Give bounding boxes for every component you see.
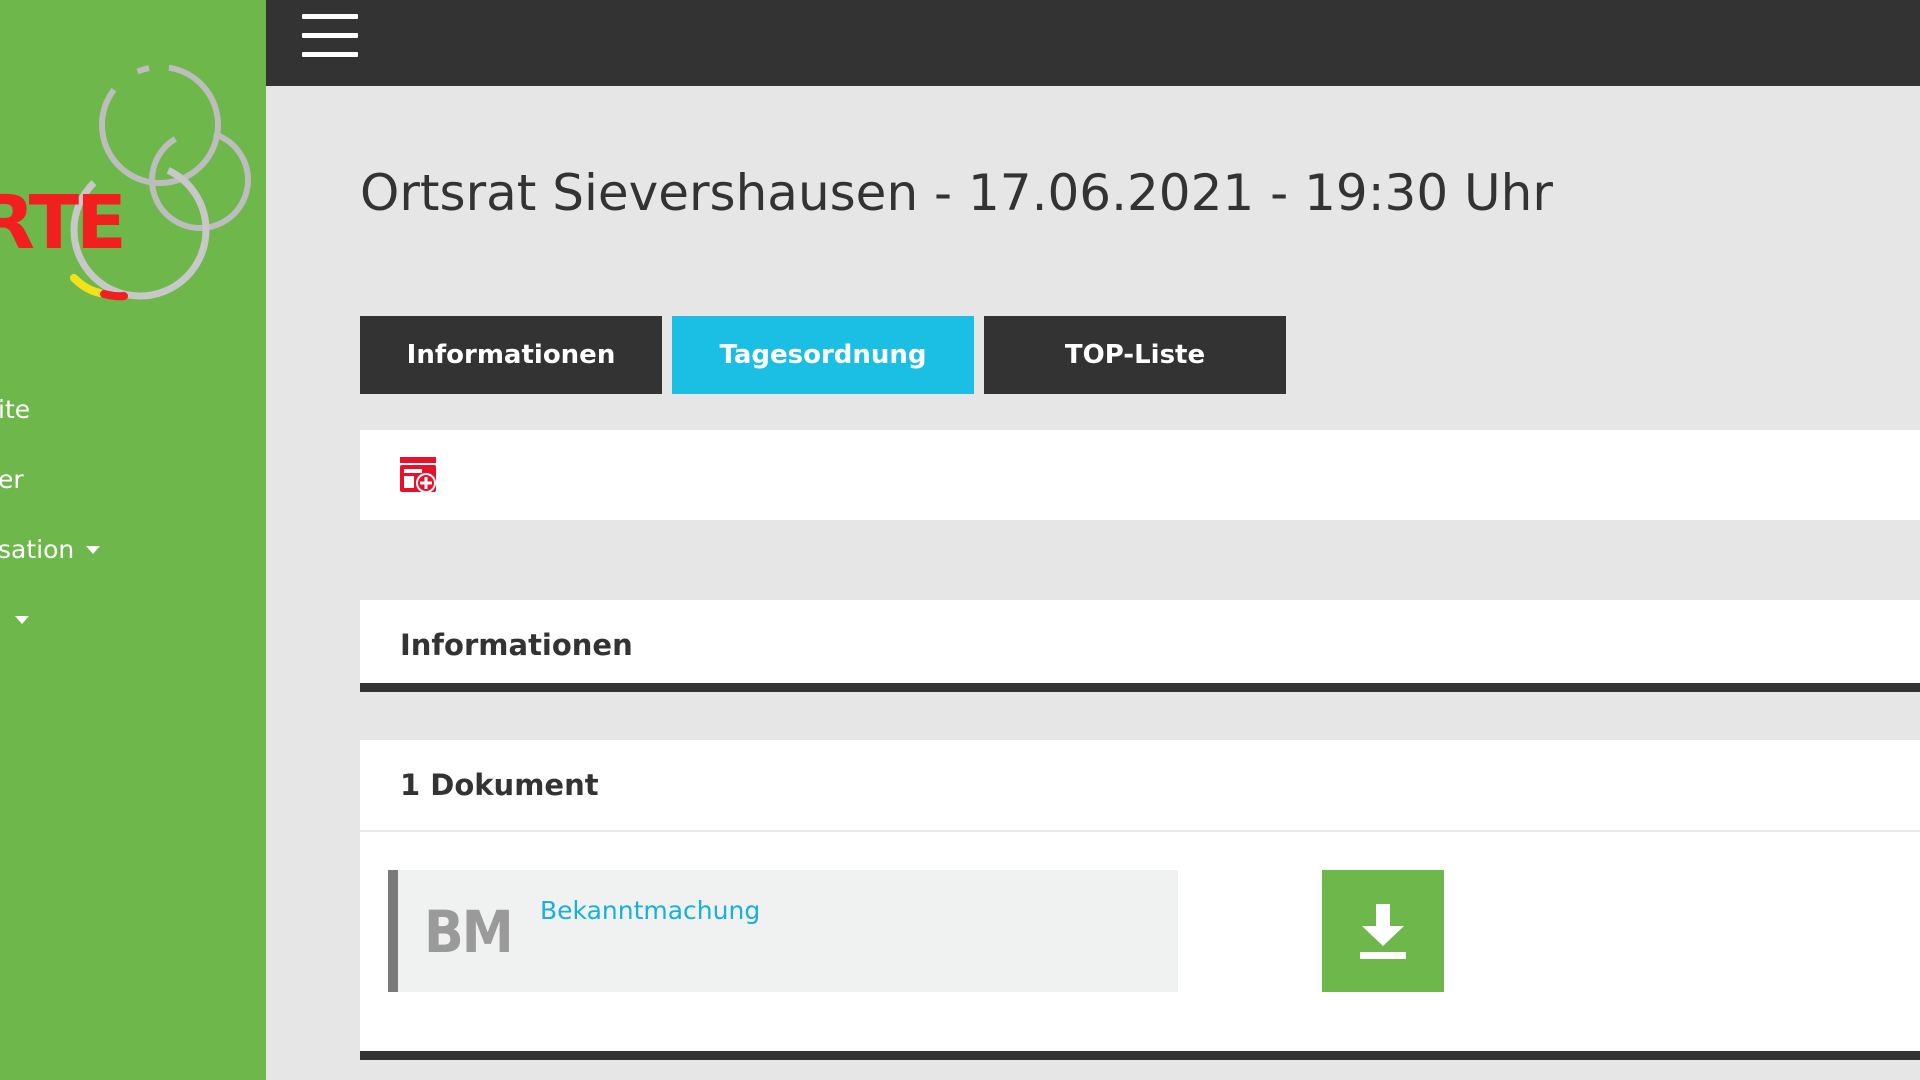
logo-text-line2: RTE [0,180,127,266]
sidebar-item-label: ite [0,395,31,424]
document-count: 1 Dokument [400,768,599,802]
document-link[interactable]: Bekanntmachung [540,896,760,925]
documents-header: 1 Dokument [360,740,1920,832]
tab-top-liste[interactable]: TOP-Liste [984,316,1286,394]
hamburger-icon[interactable] [302,14,358,60]
page-title: Ortsrat Sievershausen - 17.06.2021 - 19:… [360,164,1553,222]
tab-informationen[interactable]: Informationen [360,316,662,394]
sidebar-item-label: sation [0,535,75,564]
topbar [266,0,1920,86]
sidebar-item-more[interactable] [0,598,266,668]
sidebar-item-startseite[interactable]: ite [0,388,266,458]
document-card: BM Bekanntmachung [388,870,1178,992]
chevron-down-icon [15,616,29,624]
main-content: Ortsrat Sievershausen - 17.06.2021 - 19:… [266,86,1920,1080]
calendar-add-icon[interactable] [398,454,438,494]
documents-section: 1 Dokument BM Bekanntmachung [360,740,1920,1060]
sidebar-nav: ite er sation [0,388,266,668]
sidebar-item-organisation[interactable]: sation [0,528,266,598]
chevron-down-icon [86,546,100,554]
toolbar [360,430,1920,520]
document-type-badge: BM [424,898,514,966]
info-section: Informationen [360,600,1920,692]
tab-tagesordnung[interactable]: Tagesordnung [672,316,974,394]
sidebar-item-gremien[interactable]: er [0,458,266,528]
sidebar-item-label: er [0,465,24,494]
section-title: Informationen [400,628,633,662]
download-button[interactable] [1322,870,1444,992]
download-icon [1360,904,1406,959]
logo[interactable]: T RTE [0,60,266,320]
sidebar: T RTE ite er sation [0,0,266,1080]
